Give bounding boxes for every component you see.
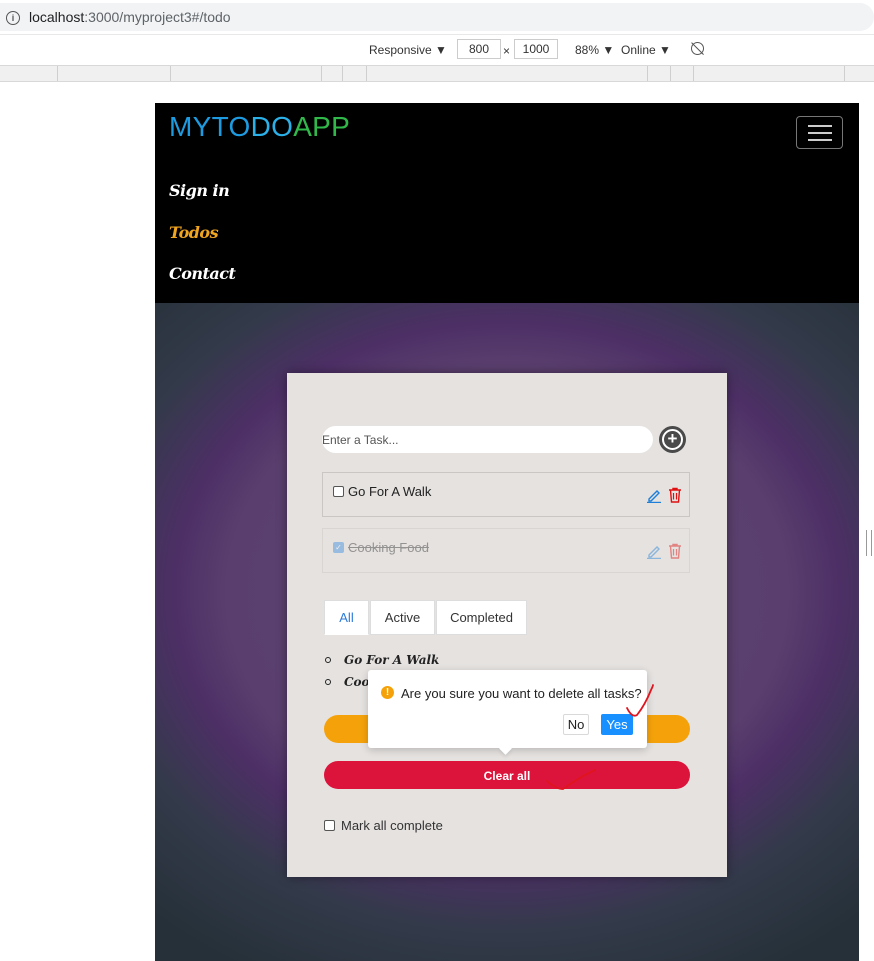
ruler-tick bbox=[366, 66, 367, 81]
info-icon[interactable]: i bbox=[6, 11, 20, 25]
app-viewport: MYTODOAPP Sign in Todos Contact + Go For… bbox=[155, 103, 859, 961]
ruler-tick bbox=[57, 66, 58, 81]
tab-completed[interactable]: Completed bbox=[436, 600, 527, 635]
todo-text: Go For A Walk bbox=[348, 484, 432, 499]
ruler-tick bbox=[321, 66, 322, 81]
trash-icon[interactable] bbox=[668, 487, 682, 503]
responsive-dropdown[interactable]: Responsive ▼ bbox=[369, 43, 447, 57]
url-host: localhost bbox=[29, 9, 85, 25]
url-text[interactable]: localhost:3000/myproject3#/todo bbox=[29, 9, 231, 25]
navbar: MYTODOAPP Sign in Todos Contact bbox=[155, 103, 859, 303]
device-toolbar: Responsive ▼ 800 × 1000 88% ▼ Online ▼ bbox=[0, 34, 874, 65]
rotate-icon[interactable] bbox=[691, 42, 704, 55]
list-item-text: Go For A Walk bbox=[344, 653, 440, 667]
todo-item-completed: ✓ Cooking Food bbox=[322, 528, 690, 573]
add-task-button[interactable]: + bbox=[659, 426, 686, 453]
todo-item: Go For A Walk bbox=[322, 472, 690, 517]
brand-part-1: MYTO bbox=[169, 111, 251, 142]
navbar-toggle-button[interactable] bbox=[796, 116, 843, 149]
clear-all-button[interactable]: Clear all bbox=[324, 761, 690, 789]
tab-active[interactable]: Active bbox=[370, 600, 435, 635]
task-input[interactable] bbox=[322, 426, 653, 453]
todo-text: Cooking Food bbox=[348, 540, 429, 555]
dimension-separator: × bbox=[503, 44, 511, 58]
mark-all-checkbox[interactable] bbox=[324, 820, 335, 831]
confirm-message: Are you sure you want to delete all task… bbox=[401, 686, 642, 701]
edit-icon[interactable] bbox=[646, 543, 662, 559]
edit-icon[interactable] bbox=[646, 487, 662, 503]
hamburger-icon bbox=[808, 132, 832, 134]
hamburger-icon bbox=[808, 125, 832, 127]
nav-sign-in[interactable]: Sign in bbox=[169, 181, 230, 201]
nav-contact[interactable]: Contact bbox=[169, 264, 236, 284]
mark-all-label: Mark all complete bbox=[341, 818, 443, 833]
height-field[interactable]: 1000 bbox=[514, 39, 558, 59]
nav-todos[interactable]: Todos bbox=[169, 223, 219, 243]
browser-address-bar: i localhost:3000/myproject3#/todo bbox=[0, 0, 874, 34]
ruler-tick bbox=[693, 66, 694, 81]
width-field[interactable]: 800 bbox=[457, 39, 501, 59]
network-dropdown[interactable]: Online ▼ bbox=[621, 43, 671, 57]
brand-logo[interactable]: MYTODOAPP bbox=[169, 112, 350, 142]
zoom-dropdown[interactable]: 88% ▼ bbox=[575, 43, 614, 57]
tab-all[interactable]: All bbox=[324, 600, 369, 635]
hamburger-icon bbox=[808, 139, 832, 141]
plus-circle-icon: + bbox=[662, 429, 683, 450]
todo-checkbox[interactable] bbox=[333, 486, 344, 497]
viewport-resize-handle[interactable] bbox=[866, 530, 872, 556]
media-query-ruler[interactable] bbox=[0, 65, 874, 82]
confirm-yes-button[interactable]: Yes bbox=[601, 714, 633, 735]
url-box[interactable]: i localhost:3000/myproject3#/todo bbox=[0, 3, 874, 31]
brand-part-3: APP bbox=[293, 111, 351, 142]
delete-confirm-popover: ! Are you sure you want to delete all ta… bbox=[368, 670, 647, 755]
trash-icon[interactable] bbox=[668, 543, 682, 559]
brand-part-2: DO bbox=[250, 111, 294, 142]
confirm-no-button[interactable]: No bbox=[563, 714, 589, 735]
url-path: :3000/myproject3#/todo bbox=[84, 9, 231, 25]
ruler-tick bbox=[342, 66, 343, 81]
hero-background: + Go For A Walk ✓ Cooking Food bbox=[155, 303, 859, 961]
bullet-icon bbox=[325, 657, 331, 663]
ruler-tick bbox=[670, 66, 671, 81]
ruler-tick bbox=[647, 66, 648, 81]
exclamation-circle-icon: ! bbox=[381, 686, 394, 699]
ruler-tick bbox=[844, 66, 845, 81]
todo-checkbox-checked[interactable]: ✓ bbox=[333, 542, 344, 553]
todo-card: + Go For A Walk ✓ Cooking Food bbox=[287, 373, 727, 877]
bullet-icon bbox=[325, 679, 331, 685]
ruler-tick bbox=[170, 66, 171, 81]
